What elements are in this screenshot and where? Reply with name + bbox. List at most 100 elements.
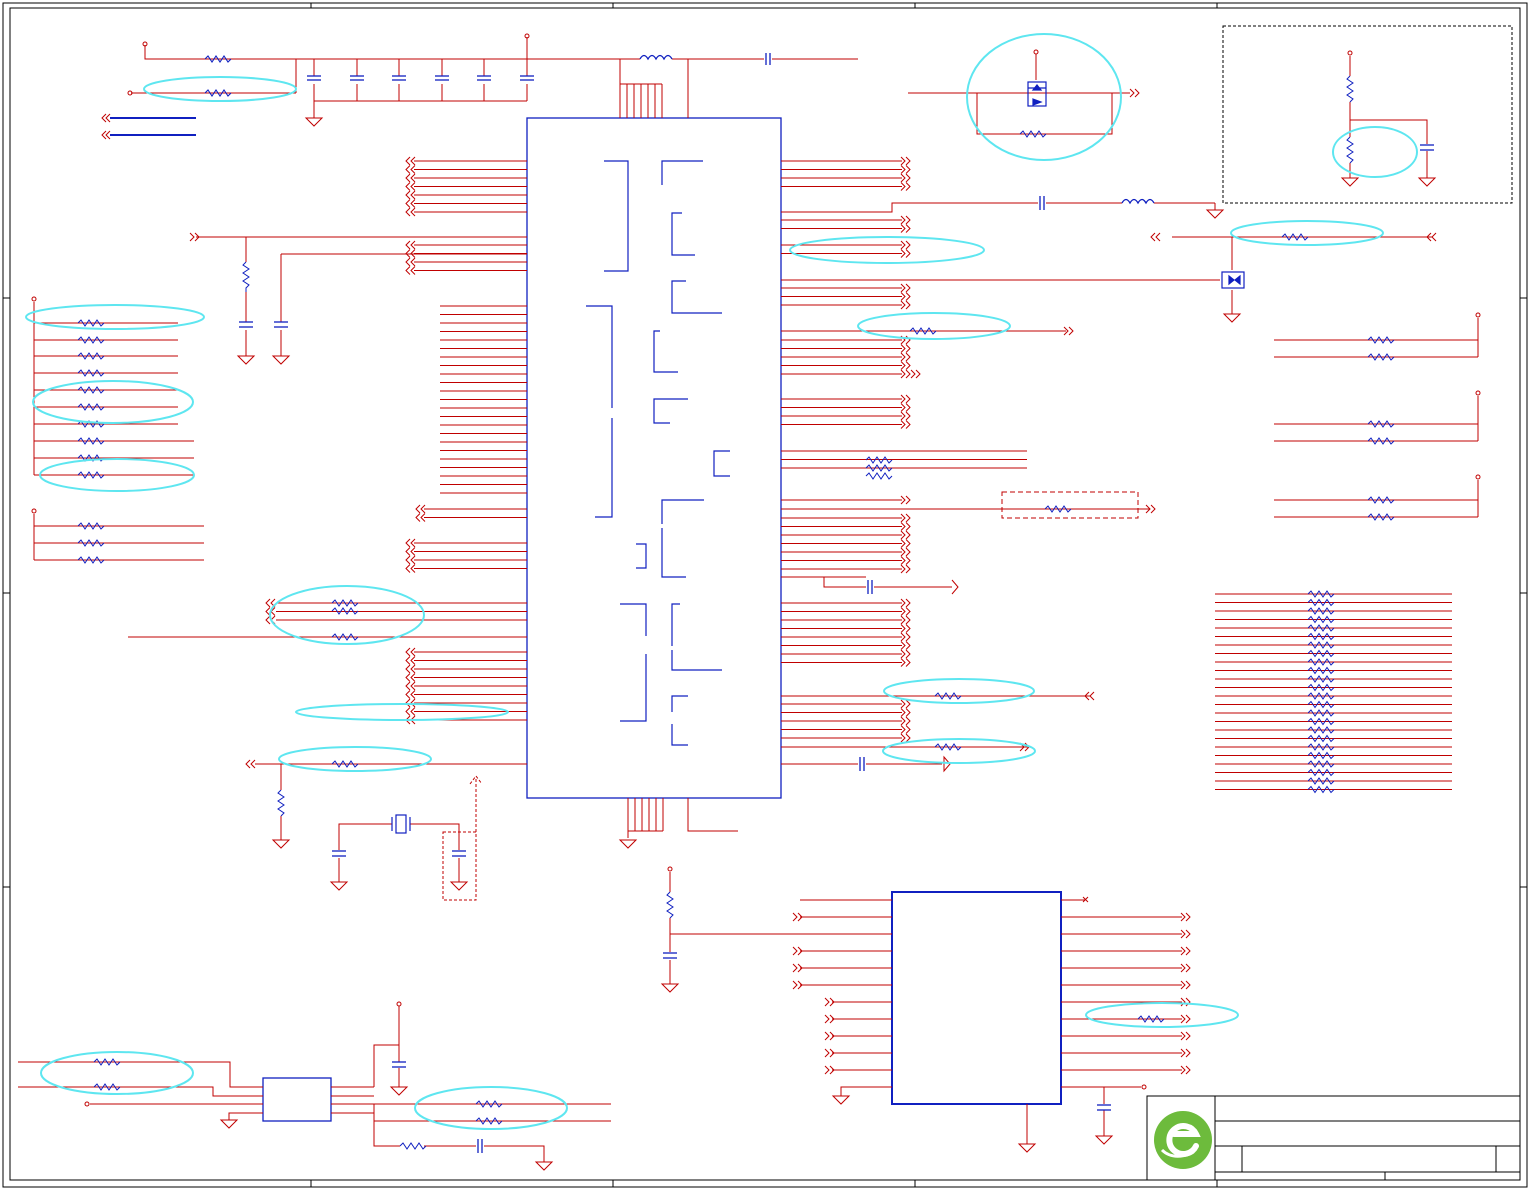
- off-page-connector-icon: [405, 698, 416, 708]
- off-page-connector-icon: [900, 624, 911, 633]
- decoupling-caps: [313, 59, 528, 101]
- off-page-connector-icon: [900, 615, 911, 625]
- off-page-connector-icon: [900, 513, 911, 523]
- capacitor-icon: [392, 1061, 483, 1153]
- capacitor-icon: [332, 850, 466, 857]
- off-page-connector-icon: [405, 207, 416, 217]
- off-page-connector-icon: [900, 598, 911, 608]
- company-logo-icon: [1154, 1111, 1212, 1169]
- off-page-connector-icon: [900, 607, 911, 616]
- off-page-connector-icon: [405, 257, 416, 267]
- resistor-icon: [242, 261, 250, 292]
- option-box-circuit: [1340, 50, 1437, 187]
- mosfet-switch-circuit: [908, 49, 1140, 135]
- off-page-connector-icon: [405, 547, 416, 556]
- off-page-connector-icon: [1180, 1014, 1191, 1024]
- small-ic-body: [262, 1077, 332, 1122]
- off-page-connector-icon: [900, 292, 911, 301]
- off-page-connector-icon: [900, 361, 911, 370]
- capacitor-icon: [239, 321, 288, 328]
- off-page-connector-icon: [405, 555, 416, 565]
- highlight-marks: [25, 33, 1418, 1130]
- crystal-circuit: [128, 636, 527, 891]
- resistor-icon: [865, 327, 1072, 751]
- off-page-connector-icon: [405, 240, 416, 250]
- off-page-connector-icon: [1180, 1048, 1191, 1058]
- capacitor-icon: [1039, 196, 1045, 210]
- small-ic-circuit: [18, 1001, 611, 1171]
- off-page-connector-icon: [900, 539, 911, 548]
- off-page-connector-icon: [1180, 1031, 1191, 1041]
- off-page-connector-icon: [900, 249, 911, 258]
- off-page-connector-icon: [900, 283, 911, 293]
- off-page-connector-icon: [405, 673, 416, 682]
- off-page-connector-icon: [900, 658, 911, 667]
- off-page-connector-icon: [900, 522, 911, 531]
- capacitor-icon: [1420, 144, 1434, 151]
- off-page-connector-icon: [1180, 963, 1191, 973]
- resistor-icon: [1346, 136, 1354, 164]
- off-page-connector-icon: [101, 113, 111, 140]
- off-page-connector-icon: [900, 420, 911, 429]
- off-page-connector-icon: [900, 708, 911, 717]
- off-page-connector-icon: [1180, 912, 1191, 922]
- off-page-connector-icon: [405, 190, 416, 200]
- off-page-connector-icon: [900, 165, 911, 174]
- off-page-connector-icon: [900, 352, 911, 362]
- capacitor-icon: [859, 580, 873, 771]
- off-page-connector-icon: [900, 182, 911, 191]
- off-page-connector-icon: [900, 173, 911, 183]
- crystal-icon: [391, 814, 411, 834]
- off-page-connector-icon: [900, 215, 911, 225]
- inductor-icon: [1121, 198, 1155, 205]
- resistor-icon: [1346, 75, 1354, 103]
- off-page-connector-icon: [900, 716, 911, 726]
- off-page-connector-icon: [405, 647, 416, 657]
- off-page-connector-icon: [405, 564, 416, 573]
- off-page-connector-icon: [900, 411, 911, 421]
- main-ic-body: [526, 117, 782, 799]
- bus-lines: [110, 117, 196, 136]
- off-page-connector-icon: [900, 156, 911, 166]
- off-page-connector-icon: [1180, 997, 1191, 1007]
- off-page-connector-icon: [1180, 929, 1191, 939]
- secondary-ic-body: [891, 891, 1062, 1105]
- off-page-connector-icon: [1180, 946, 1191, 956]
- inductor-icon: [639, 54, 673, 61]
- capacitor-icon: [307, 53, 771, 81]
- off-page-connector-icon: [405, 681, 416, 691]
- off-page-connector-icon: [900, 725, 911, 734]
- off-page-connector-icon: [900, 403, 911, 412]
- off-page-connector-icon: [405, 182, 416, 191]
- off-page-connector-icon: [900, 649, 911, 659]
- off-page-connector-icon: [900, 530, 911, 540]
- dashed-arrow: [469, 775, 483, 832]
- off-page-connector-icon: [900, 394, 911, 404]
- off-page-connector-icon: [900, 300, 911, 310]
- mosfet-icon: [1221, 271, 1245, 289]
- dashed-optional-resistor: [1001, 491, 1139, 519]
- off-page-connector-icon: [405, 173, 416, 183]
- right-resistor-array: [1215, 590, 1452, 794]
- off-page-connector-icon: [900, 495, 911, 505]
- off-page-connector-icon: [405, 538, 416, 548]
- off-page-connector-icon: [405, 690, 416, 699]
- off-page-connector-icon: [1180, 1065, 1191, 1075]
- off-page-connector-icon: [910, 369, 921, 379]
- capacitor-icon: [663, 952, 1111, 1111]
- off-page-connector-icon: [415, 513, 426, 522]
- off-page-connector-icon: [900, 344, 911, 353]
- off-page-connector-icon: [405, 165, 416, 174]
- zone-ticks: [3, 3, 1527, 1187]
- ground-icon: [304, 117, 324, 127]
- ic-right-pin-wires: [781, 156, 1027, 743]
- off-page-connector-icon: [900, 564, 911, 574]
- off-page-connector-icon: [405, 199, 416, 208]
- off-page-connector-icon: [405, 707, 416, 716]
- off-page-connector-icon: [405, 656, 416, 665]
- off-page-connector-icon: [405, 156, 416, 166]
- mosfet-icon: [1027, 81, 1047, 107]
- right-pullup-groups: [1274, 312, 1481, 521]
- secondary-ic-pin-wires: [792, 896, 1191, 1075]
- main-ic-internal-brackets: [586, 160, 730, 746]
